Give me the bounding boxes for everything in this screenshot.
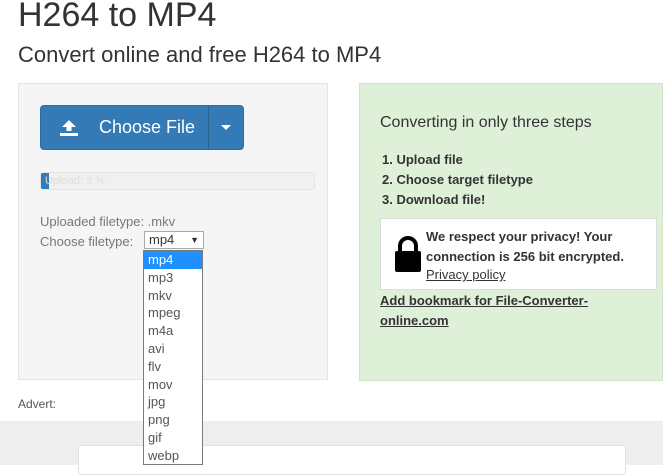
- filetype-option-mkv[interactable]: mkv: [144, 287, 202, 305]
- filetype-dropdown-list[interactable]: mp4 mp3 mkv mpeg m4a avi flv mov jpg png gif webp: [143, 250, 203, 465]
- filetype-option-webp[interactable]: webp: [144, 447, 202, 464]
- select-arrow-icon: ▼: [190, 235, 199, 245]
- choose-file-label: Choose File: [99, 117, 196, 137]
- caret-down-icon: [220, 125, 231, 130]
- steps-list: 1. Upload file 2. Choose target filetype…: [382, 150, 533, 210]
- step-item: 2. Choose target filetype: [382, 172, 533, 187]
- filetype-option-jpg[interactable]: jpg: [144, 393, 202, 411]
- choose-file-main[interactable]: Choose File: [41, 106, 208, 149]
- page-title: H264 to MP4: [18, 0, 217, 34]
- steps-panel: Converting in only three steps 1. Upload…: [359, 83, 663, 381]
- privacy-text: We respect your privacy! Your connection…: [426, 229, 624, 264]
- filetype-select[interactable]: mp4 ▼: [144, 231, 204, 249]
- step-item: 3. Download file!: [382, 192, 486, 207]
- filetype-option-mp4[interactable]: mp4: [144, 251, 202, 269]
- steps-title: Converting in only three steps: [380, 114, 592, 131]
- privacy-policy-link[interactable]: Privacy policy: [426, 267, 505, 282]
- privacy-notice: We respect your privacy! Your connection…: [380, 218, 657, 290]
- filetype-option-mp3[interactable]: mp3: [144, 269, 202, 287]
- page-subtitle: Convert online and free H264 to MP4: [18, 42, 382, 67]
- uploaded-filetype-text: Uploaded filetype: .mkv: [40, 214, 176, 229]
- upload-progress-bar: Upload: 3 %: [40, 172, 315, 190]
- filetype-option-avi[interactable]: avi: [144, 340, 202, 358]
- filetype-option-png[interactable]: png: [144, 411, 202, 429]
- lock-icon: [395, 236, 421, 272]
- filetype-option-flv[interactable]: flv: [144, 358, 202, 376]
- filetype-option-mpeg[interactable]: mpeg: [144, 304, 202, 322]
- filetype-option-mov[interactable]: mov: [144, 376, 202, 394]
- upload-progress-text: Upload: 3 %: [45, 175, 105, 187]
- upload-icon: [60, 119, 78, 136]
- add-bookmark-link[interactable]: Add bookmark for File-Converter-online.c…: [380, 291, 640, 331]
- step-item: 1. Upload file: [382, 152, 463, 167]
- filetype-option-gif[interactable]: gif: [144, 429, 202, 447]
- filetype-select-value: mp4: [149, 232, 175, 247]
- advert-label: Advert:: [18, 397, 57, 411]
- filetype-option-m4a[interactable]: m4a: [144, 322, 202, 340]
- choose-file-button[interactable]: Choose File: [40, 105, 244, 150]
- choose-filetype-label: Choose filetype:: [40, 234, 134, 249]
- choose-file-dropdown-toggle[interactable]: [207, 106, 243, 149]
